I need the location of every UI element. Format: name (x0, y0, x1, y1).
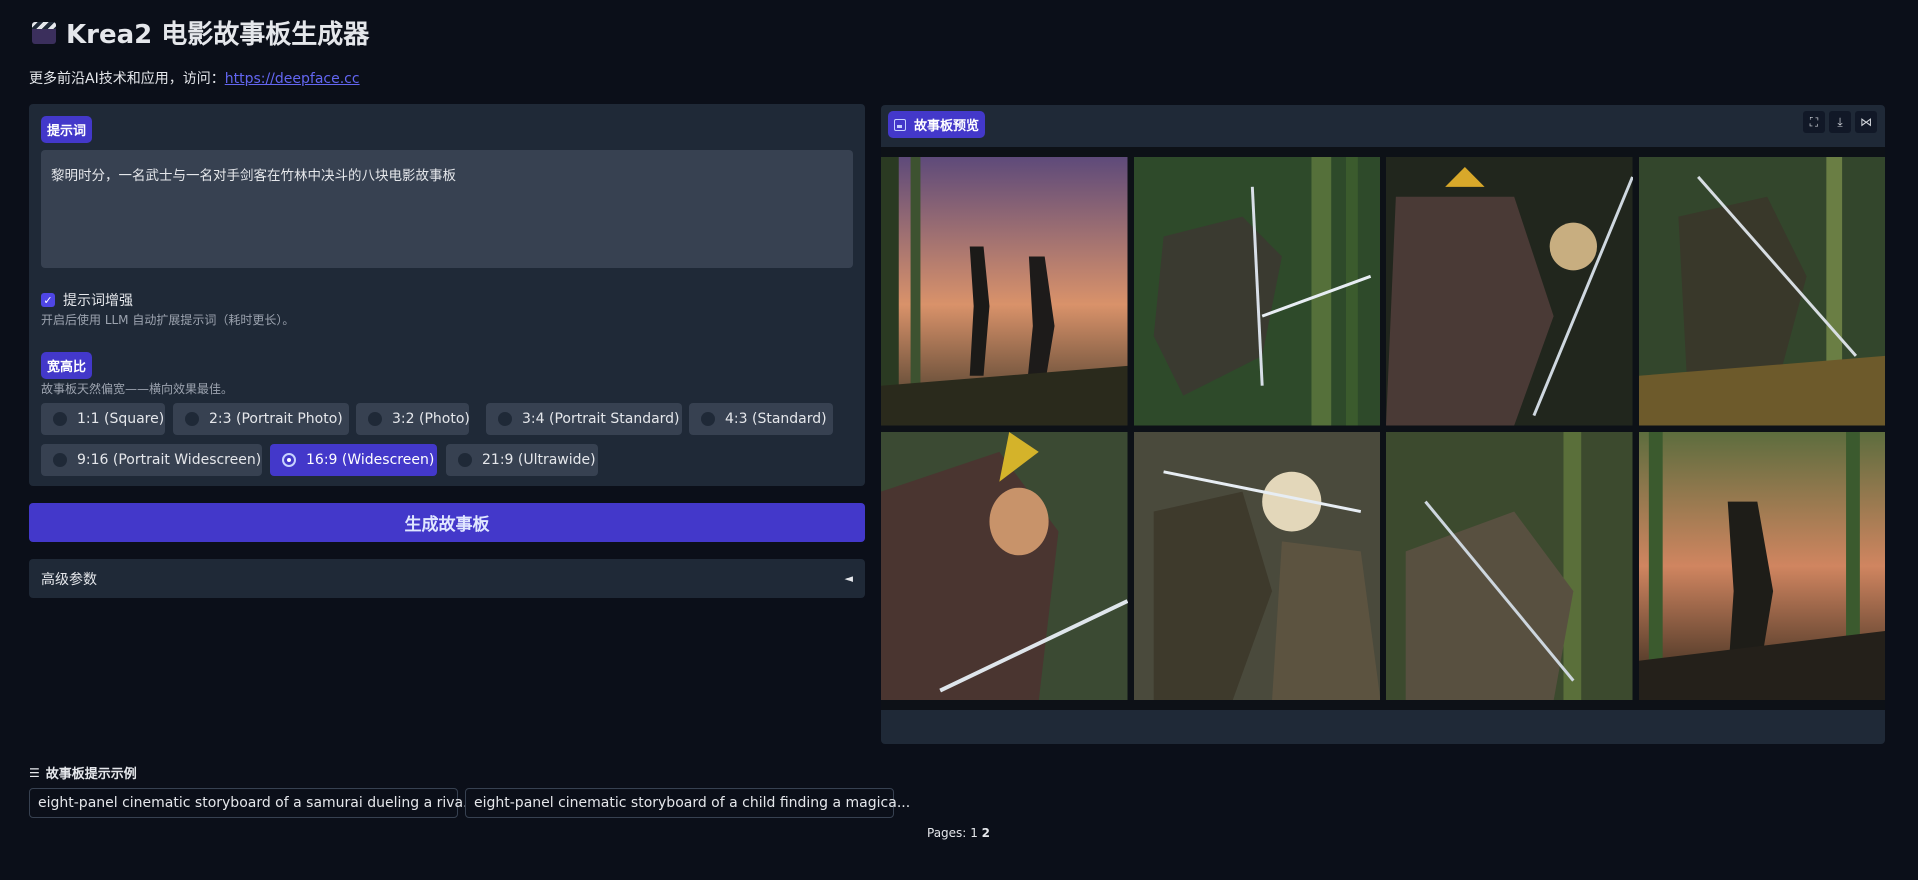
advanced-accordion[interactable]: 高级参数 ◄ (29, 559, 865, 598)
aspect-option-9-16[interactable]: 9:16 (Portrait Widescreen) (41, 444, 262, 476)
examples-title: ☰ 故事板提示示例 (29, 763, 137, 783)
image-icon (894, 118, 906, 131)
aspect-option-label: 3:4 (Portrait Standard) (522, 411, 680, 427)
input-panel: 提示词 黎明时分，一名武士与一名对手剑客在竹林中决斗的八块电影故事板 ✓ 提示词… (29, 104, 865, 486)
subline: 更多前沿AI技术和应用，访问：https://deepface.cc (29, 68, 360, 88)
enhance-checkbox[interactable]: ✓ (41, 293, 55, 307)
aspect-option-3-2[interactable]: 3:2 (Photo) (356, 403, 470, 435)
storyboard-panel (881, 431, 1128, 700)
aspect-info: 故事板天然偏宽——横向效果最佳。 (41, 382, 234, 396)
example-button[interactable]: eight-panel cinematic storyboard of a ch… (465, 788, 910, 818)
examples-title-text: 故事板提示示例 (45, 767, 137, 782)
preview-toolbar: ⛶ ⤓ ⋈ (1803, 111, 1877, 133)
enhance-info: 开启后使用 LLM 自动扩展提示词（耗时更长）。 (41, 313, 295, 327)
pages-label: Pages: (927, 826, 967, 840)
aspect-option-label: 1:1 (Square) (77, 411, 165, 427)
fullscreen-icon[interactable]: ⛶ (1803, 111, 1825, 133)
aspect-option-21-9[interactable]: 21:9 (Ultrawide) (446, 444, 598, 476)
storyboard-panel (1638, 431, 1885, 700)
radio-dot (701, 412, 715, 426)
aspect-option-16-9[interactable]: 16:9 (Widescreen) (270, 444, 437, 476)
list-icon: ☰ (29, 765, 40, 780)
app-title-text: Krea2 电影故事板生成器 (66, 20, 370, 50)
aspect-option-label: 4:3 (Standard) (725, 411, 827, 427)
aspect-option-label: 16:9 (Widescreen) (306, 452, 435, 468)
radio-dot (53, 412, 67, 426)
aspect-option-2-3[interactable]: 2:3 (Portrait Photo) (173, 403, 349, 435)
radio-dot (498, 412, 512, 426)
example-button[interactable]: eight-panel cinematic storyboard of a sa… (29, 788, 476, 818)
aspect-option-1-1[interactable]: 1:1 (Square) (41, 403, 165, 435)
aspect-option-3-4[interactable]: 3:4 (Portrait Standard) (486, 403, 682, 435)
storyboard-panel (1133, 431, 1380, 700)
preview-label-text: 故事板预览 (914, 119, 980, 134)
page-1-link[interactable]: 1 (970, 826, 978, 840)
aspect-option-label: 3:2 (Photo) (392, 411, 470, 427)
aspect-option-label: 21:9 (Ultrawide) (482, 452, 596, 468)
enhance-row[interactable]: ✓ 提示词增强 (41, 290, 133, 310)
storyboard-panel (1386, 157, 1633, 426)
share-icon[interactable]: ⋈ (1855, 111, 1877, 133)
collapse-arrow-icon: ◄ (844, 572, 853, 585)
storyboard-panel (1386, 431, 1633, 700)
radio-dot (458, 453, 472, 467)
clapperboard-icon (32, 21, 56, 44)
radio-dot (53, 453, 67, 467)
download-icon[interactable]: ⤓ (1829, 111, 1851, 133)
aspect-option-4-3[interactable]: 4:3 (Standard) (689, 403, 833, 435)
page-2-link[interactable]: 2 (982, 826, 990, 840)
radio-dot (185, 412, 199, 426)
app-title: Krea2 电影故事板生成器 (32, 14, 369, 51)
preview-label: 故事板预览 (888, 111, 986, 138)
deepface-link[interactable]: https://deepface.cc (225, 71, 360, 87)
generate-button[interactable]: 生成故事板 (29, 503, 865, 542)
radio-dot (368, 412, 382, 426)
aspect-label: 宽高比 (41, 352, 93, 379)
aspect-option-label: 2:3 (Portrait Photo) (209, 411, 343, 427)
prompt-textarea[interactable]: 黎明时分，一名武士与一名对手剑客在竹林中决斗的八块电影故事板 (41, 150, 853, 268)
radio-dot-selected (282, 453, 296, 467)
subline-text: 更多前沿AI技术和应用，访问： (29, 71, 225, 87)
pagination: Pages: 1 2 (927, 826, 990, 840)
storyboard-panel (881, 157, 1128, 426)
storyboard-image (881, 147, 1885, 710)
storyboard-panel (1638, 157, 1885, 426)
enhance-label: 提示词增强 (63, 293, 133, 309)
prompt-label: 提示词 (41, 116, 93, 143)
preview-panel: 故事板预览 ⛶ ⤓ ⋈ (881, 105, 1885, 744)
aspect-option-label: 9:16 (Portrait Widescreen) (77, 452, 262, 468)
storyboard-panel (1133, 157, 1380, 426)
advanced-label: 高级参数 (41, 571, 97, 588)
